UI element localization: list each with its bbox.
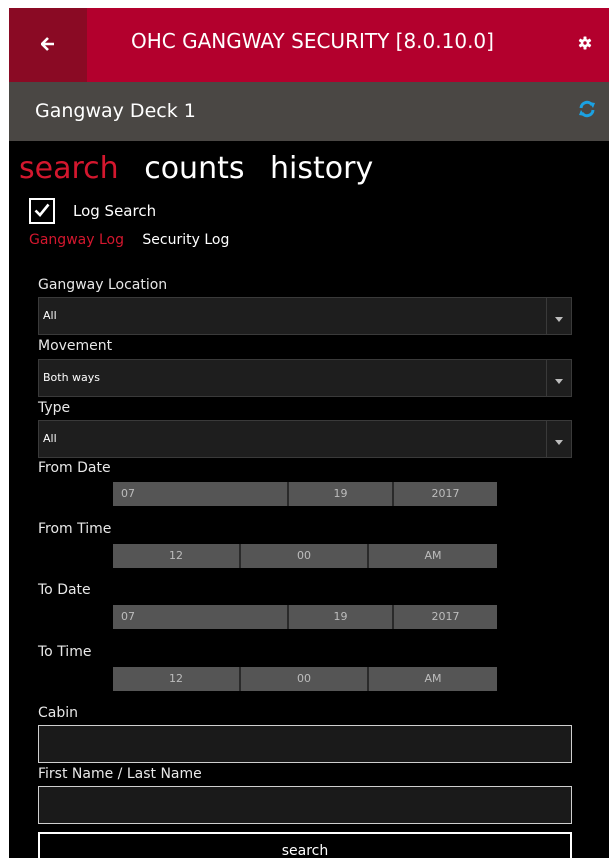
to-time-ampm[interactable]: AM: [369, 667, 497, 691]
from-time-ampm[interactable]: AM: [369, 544, 497, 568]
to-time-hour[interactable]: 12: [113, 667, 241, 691]
from-time-minute[interactable]: 00: [241, 544, 369, 568]
search-button[interactable]: search: [38, 832, 572, 858]
to-time-label: To Time: [38, 644, 92, 660]
tab-history[interactable]: history: [270, 151, 373, 186]
from-date-day[interactable]: 19: [289, 482, 394, 506]
from-time-label: From Time: [38, 521, 112, 537]
tab-counts[interactable]: counts: [144, 151, 244, 186]
chevron-down-icon: [555, 307, 563, 326]
to-date-year[interactable]: 2017: [394, 605, 497, 629]
from-date-year[interactable]: 2017: [394, 482, 497, 506]
from-time-picker[interactable]: 12 00 AM: [113, 544, 497, 568]
from-date-picker[interactable]: 07 19 2017: [113, 482, 497, 506]
title-bar: OHC GANGWAY SECURITY [8.0.10.0]: [9, 8, 609, 82]
app-window: OHC GANGWAY SECURITY [8.0.10.0] Gangway …: [9, 8, 609, 858]
arrow-left-icon: [40, 36, 55, 55]
gangway-location-select[interactable]: All: [38, 297, 572, 335]
type-label: Type: [38, 400, 71, 416]
name-label: First Name / Last Name: [38, 766, 202, 782]
type-value: All: [43, 432, 57, 445]
from-date-month[interactable]: 07: [113, 482, 289, 506]
from-date-label: From Date: [38, 460, 111, 476]
log-search-row: Log Search: [29, 198, 156, 224]
log-search-label: Log Search: [73, 202, 157, 220]
cabin-input[interactable]: [38, 725, 572, 763]
chevron-down-icon: [555, 430, 563, 449]
dropdown-button[interactable]: [546, 298, 571, 334]
location-title: Gangway Deck 1: [35, 100, 196, 122]
log-type-tabs: Gangway Log Security Log: [29, 232, 243, 248]
from-time-hour[interactable]: 12: [113, 544, 241, 568]
dropdown-button[interactable]: [546, 421, 571, 457]
checkmark-icon: [34, 202, 50, 221]
type-select[interactable]: All: [38, 420, 572, 458]
settings-button[interactable]: [573, 32, 597, 56]
movement-select[interactable]: Both ways: [38, 359, 572, 397]
name-input[interactable]: [38, 786, 572, 824]
back-button[interactable]: [9, 8, 87, 82]
cabin-label: Cabin: [38, 705, 79, 721]
location-header: Gangway Deck 1: [9, 82, 609, 141]
to-time-minute[interactable]: 00: [241, 667, 369, 691]
to-date-month[interactable]: 07: [113, 605, 289, 629]
app-title: OHC GANGWAY SECURITY [8.0.10.0]: [131, 29, 494, 53]
log-search-checkbox[interactable]: [29, 198, 55, 224]
refresh-button[interactable]: [575, 99, 599, 123]
chevron-down-icon: [555, 369, 563, 388]
refresh-icon: [578, 100, 596, 122]
to-date-label: To Date: [38, 582, 91, 598]
tab-search[interactable]: search: [19, 151, 119, 186]
to-date-picker[interactable]: 07 19 2017: [113, 605, 497, 629]
movement-value: Both ways: [43, 371, 101, 384]
tab-security-log[interactable]: Security Log: [142, 232, 229, 248]
tab-gangway-log[interactable]: Gangway Log: [29, 232, 124, 248]
gangway-location-label: Gangway Location: [38, 277, 168, 293]
to-time-picker[interactable]: 12 00 AM: [113, 667, 497, 691]
pivot-tabs: search counts history: [19, 151, 389, 186]
to-date-day[interactable]: 19: [289, 605, 394, 629]
dropdown-button[interactable]: [546, 360, 571, 396]
gangway-location-value: All: [43, 309, 57, 322]
gear-icon: [578, 35, 592, 54]
movement-label: Movement: [38, 338, 113, 354]
search-button-label: search: [281, 843, 329, 858]
